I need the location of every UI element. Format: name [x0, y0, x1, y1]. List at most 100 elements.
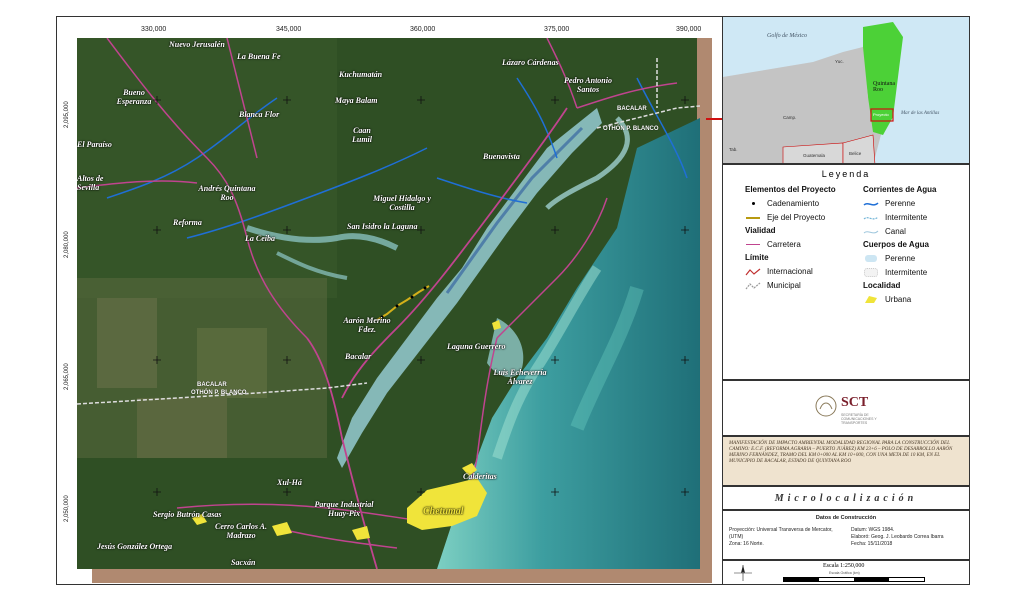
place-label: Luis Echeverría Álvarez — [493, 368, 547, 386]
legend-item: Municipal — [745, 280, 836, 291]
legend-item: Perenne — [863, 198, 937, 209]
x-tick: 330,000 — [141, 26, 167, 33]
place-label: Altos de Sevilla — [77, 174, 104, 192]
x-tick: 375,000 — [544, 26, 570, 33]
legend-header: Cuerpos de Agua — [863, 240, 929, 249]
place-label: Laguna Guerrero — [447, 342, 506, 351]
inset-campeche-label: Camp. — [783, 115, 797, 120]
legend-header: Vialidad — [745, 226, 776, 235]
place-label: Aarón Merino Fdez. — [343, 316, 391, 334]
urban-icon — [863, 295, 879, 304]
land-nw — [77, 38, 337, 298]
place-label: Parque Industrial Huay-Pix — [314, 500, 374, 518]
legend-header: Límite — [745, 253, 769, 262]
location-inset-map[interactable]: Golfo de México Quintana Roo Mar de las … — [722, 16, 970, 164]
legend-header: Localidad — [863, 281, 901, 290]
place-label: Maya Balam — [335, 96, 378, 105]
place-label: El Paraíso — [77, 140, 112, 149]
place-label: Caan Lumil — [351, 126, 372, 144]
inset-guatemala-label: Guatemala — [803, 153, 826, 158]
inset-project-label: Proyecto — [873, 112, 889, 117]
place-label: Pedro Antonio Santos — [564, 76, 612, 94]
y-tick: 2,095,000 — [64, 101, 70, 128]
legend-item: Cadenamiento — [745, 198, 836, 209]
place-label: Nuevo Jerusalén — [169, 40, 225, 49]
sct-logo-sub: SECRETARÍA DE COMUNICACIONES Y TRANSPORT… — [841, 413, 877, 425]
legend-header: Elementos del Proyecto — [745, 185, 836, 194]
place-label: La Ceiba — [245, 234, 275, 243]
legend-col-left: Elementos del Proyecto Cadenamiento Eje … — [745, 185, 836, 294]
chainage-point — [410, 295, 414, 299]
place-label: San Isidro la Laguna — [347, 222, 418, 231]
municipal-limit-icon — [745, 282, 761, 290]
stream-intermitente-icon — [863, 214, 879, 222]
datos-right: Datum: WGS 1984. Elaboró: Geog. J. Leoba… — [851, 527, 944, 547]
inset-sea-label: Mar de las Antillas — [901, 111, 940, 116]
place-label: Buenavista — [483, 152, 520, 161]
datos-left: Proyección: Universal Transversa de Merc… — [729, 527, 833, 547]
scale-bar — [783, 577, 925, 582]
map-subtitle: Microlocalización — [722, 486, 970, 510]
map-border-strip-right — [700, 38, 712, 583]
legend-item: Perenne — [863, 253, 937, 264]
x-tick: 345,000 — [276, 26, 302, 33]
sct-emblem-icon — [815, 395, 837, 417]
inset-belize-label: Belice — [849, 151, 862, 156]
place-label-chetumal: Chetumal — [423, 506, 464, 517]
inset-tabasco-label: Tab. — [729, 147, 738, 152]
legend-item: Carretera — [745, 239, 836, 250]
legend-item: Urbana — [863, 294, 937, 305]
place-label: Miguel Hidalgo y Costilla — [373, 194, 431, 212]
place-label: Andrés Quintana Roo — [198, 184, 256, 202]
place-label: Sacxán — [231, 558, 256, 567]
legend-item: Eje del Proyecto — [745, 212, 836, 223]
place-label: Reforma — [173, 218, 202, 227]
legend-title: Leyenda — [821, 169, 871, 179]
place-label: Cerro Carlos A. Madrazo — [215, 522, 267, 540]
border-label: BACALAR — [617, 106, 647, 112]
construction-data: Datos de Construcción Proyección: Univer… — [722, 510, 970, 560]
scale-panel: Escala 1:250,000 Escala Gráfica (km) — [722, 560, 970, 585]
x-tick: 390,000 — [676, 26, 702, 33]
north-arrow-icon — [734, 565, 752, 581]
legend-item: Canal — [863, 226, 937, 237]
y-tick: 2,065,000 — [64, 363, 70, 390]
place-label: Jesús González Ortega — [97, 542, 173, 551]
dot-icon — [745, 202, 761, 205]
scale-note: Escala Gráfica (km) — [829, 571, 860, 575]
inset-state-label: Quintana Roo — [873, 81, 895, 93]
scale-label: Escala 1:250,000 — [823, 563, 865, 569]
border-label: OTHÓN P. BLANCO — [191, 390, 247, 396]
place-label: Blanca Flor — [239, 110, 280, 119]
chainage-point — [395, 304, 399, 308]
place-label: Sergio Butrón Casas — [153, 510, 222, 519]
x-tick: 360,000 — [410, 26, 436, 33]
place-label: Lázaro Cárdenas — [502, 58, 559, 67]
border-label: OTHÓN P. BLANCO — [603, 126, 659, 132]
line-icon — [745, 216, 761, 219]
inset-graphics — [723, 17, 969, 163]
place-label: Calderitas — [463, 472, 497, 481]
place-label: Xul-Há — [277, 478, 302, 487]
international-limit-icon — [745, 268, 761, 276]
inset-gulf-label: Golfo de México — [767, 33, 807, 39]
legend-col-right: Corrientes de Agua Perenne Intermitente … — [863, 185, 937, 308]
border-label: BACALAR — [197, 382, 227, 388]
legend: Leyenda Elementos del Proyecto Cadenamie… — [722, 164, 970, 380]
canal-icon — [863, 228, 879, 236]
legend-header: Corrientes de Agua — [863, 185, 937, 194]
sct-logo-text: SCT — [841, 395, 869, 410]
title-block: MANIFESTACIÓN DE IMPACTO AMBIENTAL MODAL… — [722, 436, 970, 486]
y-tick: 2,080,000 — [64, 231, 70, 258]
legend-item: Intermitente — [863, 267, 937, 278]
y-tick: 2,050,000 — [64, 495, 70, 522]
water-perenne-icon — [863, 255, 879, 262]
legend-item: Internacional — [745, 266, 836, 277]
map-border-strip-bottom — [92, 569, 712, 583]
place-label: Kuchumatán — [339, 70, 383, 79]
inset-yucatan-label: Yuc. — [835, 59, 844, 64]
stream-perenne-icon — [863, 200, 879, 208]
water-intermitente-icon — [863, 268, 879, 277]
satellite-map[interactable]: Nuevo Jerusalén La Buena Fe Bueno Espera… — [77, 38, 700, 569]
place-label: Bacalar — [345, 352, 372, 361]
